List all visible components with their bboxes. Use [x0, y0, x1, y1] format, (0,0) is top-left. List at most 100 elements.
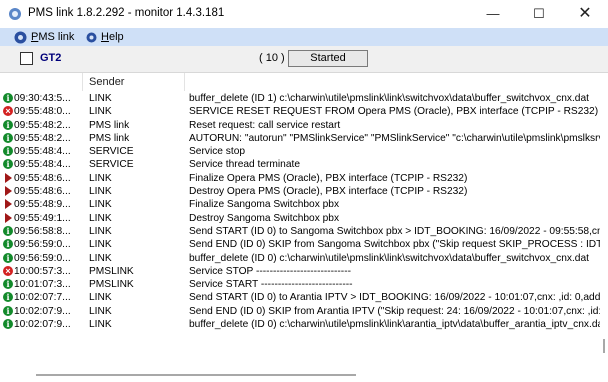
log-list[interactable]: Sender i 09:30:43:5... LINK buffer_delete (…: [0, 73, 608, 382]
log-sender: LINK: [89, 225, 112, 237]
log-row[interactable]: i 10:02:07:9... LINK buffer_delete (ID 0) c…: [0, 318, 600, 331]
log-time: 09:55:48:0...: [14, 106, 71, 118]
log-row[interactable]: × 10:00:57:3... PMSLINK Service STOP ------…: [0, 265, 600, 278]
info-icon: i: [3, 159, 13, 170]
log-row[interactable]: i 10:02:07:9... LINK Send END (ID 0) SKIP f…: [0, 305, 600, 318]
log-row[interactable]: i 09:55:48:4... SERVICE Service thread term…: [0, 158, 600, 171]
log-message: Destroy Sangoma Switchbox pbx: [189, 212, 340, 224]
log-row[interactable]: i 10:02:07:7... LINK Send START (ID 0) to A…: [0, 291, 600, 304]
log-time: 09:55:48:4...: [14, 159, 71, 171]
log-message: Send END (ID 0) SKIP from Sangoma Switch…: [189, 239, 600, 251]
log-message: buffer_delete (ID 0) c:\charwin\utile\pm…: [189, 252, 589, 264]
menu-help[interactable]: Help: [86, 28, 124, 46]
column-divider[interactable]: [184, 73, 185, 91]
title-bar: PMS link 1.8.2.292 - monitor 1.4.3.181 —…: [0, 0, 608, 28]
info-icon: i: [3, 252, 13, 263]
close-button[interactable]: ✕: [562, 0, 608, 28]
log-message: Send END (ID 0) SKIP from Arantia IPTV (…: [189, 305, 600, 317]
log-sender: LINK: [89, 319, 112, 331]
log-sender: PMSLINK: [89, 265, 134, 277]
menu-help-label: elp: [108, 31, 124, 43]
log-time: 09:55:48:6...: [14, 172, 71, 184]
info-icon: i: [3, 292, 13, 303]
log-row[interactable]: i 09:56:59:0... LINK Send END (ID 0) SKIP f…: [0, 238, 600, 251]
log-sender: LINK: [89, 212, 112, 224]
minimize-icon: —: [486, 6, 500, 21]
app-icon: [9, 8, 21, 20]
log-time: 09:55:48:2...: [14, 119, 71, 131]
log-row[interactable]: i 09:56:59:0... LINK buffer_delete (ID 0) c…: [0, 252, 600, 265]
info-icon: i: [3, 119, 13, 130]
log-row[interactable]: i 09:55:48:2... PMS link AUTORUN: "autorun"…: [0, 132, 600, 145]
log-sender: LINK: [89, 305, 112, 317]
play-arrow-icon: [5, 212, 12, 223]
column-header: Sender: [0, 73, 600, 91]
log-message: Destroy Opera PMS (Oracle), PBX interfac…: [189, 186, 468, 198]
started-button[interactable]: Started: [288, 50, 368, 67]
log-row[interactable]: i 09:56:58:8... LINK Send START (ID 0) to S…: [0, 225, 600, 238]
toolbar: GT2 ( 10 ) Started: [0, 46, 608, 73]
log-row[interactable]: 09:55:48:9... LINK Finalize Sangoma Switch…: [0, 198, 600, 211]
log-sender: SERVICE: [89, 159, 134, 171]
window-title: PMS link 1.8.2.292 - monitor 1.4.3.181: [28, 7, 225, 19]
minimize-button[interactable]: —: [470, 0, 516, 28]
log-message: Finalize Sangoma Switchbox pbx: [189, 199, 340, 211]
log-time: 09:55:49:1...: [14, 212, 71, 224]
log-sender: LINK: [89, 172, 112, 184]
log-time: 10:02:07:9...: [14, 305, 71, 317]
menu-pmslink[interactable]: PMS link: [14, 28, 74, 46]
log-time: 09:30:43:5...: [14, 93, 71, 104]
log-time: 10:01:07:3...: [14, 279, 71, 291]
close-icon: ✕: [578, 5, 592, 22]
log-sender: LINK: [89, 292, 112, 304]
log-sender: PMS link: [89, 132, 130, 144]
log-time: 09:55:48:9...: [14, 199, 71, 211]
vertical-scrollbar[interactable]: [600, 73, 608, 382]
log-row[interactable]: i 09:30:43:5... LINK buffer_delete (ID 1) c…: [0, 92, 600, 105]
error-icon: ×: [3, 265, 13, 276]
horizontal-scrollbar[interactable]: [0, 367, 600, 382]
menu-bar: PMS link Help: [0, 28, 608, 46]
log-sender: LINK: [89, 239, 112, 251]
log-row[interactable]: 09:55:49:1... LINK Destroy Sangoma Switchb…: [0, 212, 600, 225]
log-time: 10:02:07:9...: [14, 319, 71, 331]
info-icon: i: [3, 93, 13, 103]
play-arrow-icon: [5, 199, 12, 210]
select-checkbox[interactable]: [20, 52, 33, 65]
info-icon: i: [3, 132, 13, 143]
help-icon: [86, 32, 97, 43]
log-message: Reset request: call service restart: [189, 119, 341, 131]
log-message: Service START --------------------------…: [189, 279, 353, 291]
info-icon: i: [3, 319, 13, 330]
vertical-scroll-thumb[interactable]: [603, 339, 605, 353]
log-sender: LINK: [89, 252, 112, 264]
pmslink-icon: [14, 31, 27, 44]
horizontal-scroll-thumb[interactable]: [36, 374, 356, 376]
log-row[interactable]: i 10:01:07:3... PMSLINK Service START -----…: [0, 278, 600, 291]
log-time: 09:56:59:0...: [14, 252, 71, 264]
log-message: AUTORUN: "autorun" "PMSlinkService" "PMS…: [189, 132, 600, 144]
log-sender: LINK: [89, 93, 112, 104]
menu-help-accel: H: [101, 31, 109, 43]
menu-pmslink-label: MS link: [38, 31, 75, 43]
info-icon: i: [3, 225, 13, 236]
maximize-button[interactable]: ☐: [516, 0, 562, 28]
info-icon: i: [3, 279, 13, 290]
log-message: Send START (ID 0) to Sangoma Switchbox p…: [189, 225, 600, 237]
log-row[interactable]: 09:55:48:6... LINK Finalize Opera PMS (Ora…: [0, 172, 600, 185]
log-row[interactable]: i 09:55:48:2... PMS link Reset request: cal…: [0, 119, 600, 132]
log-time: 09:56:59:0...: [14, 239, 71, 251]
log-sender: SERVICE: [89, 146, 134, 158]
sender-column-header[interactable]: Sender: [89, 76, 124, 88]
log-row[interactable]: i 09:55:48:4... SERVICE Service stop: [0, 145, 600, 158]
column-divider[interactable]: [82, 73, 83, 91]
log-message: buffer_delete (ID 0) c:\charwin\utile\pm…: [189, 319, 600, 331]
interface-name: GT2: [40, 52, 62, 64]
log-time: 10:02:07:7...: [14, 292, 71, 304]
info-icon: i: [3, 146, 13, 157]
log-row[interactable]: 09:55:48:6... LINK Destroy Opera PMS (Orac…: [0, 185, 600, 198]
log-message: Send START (ID 0) to Arantia IPTV > IDT_…: [189, 292, 600, 304]
info-icon: i: [3, 239, 13, 250]
log-row[interactable]: × 09:55:48:0... LINK SERVICE RESET REQUEST …: [0, 105, 600, 118]
log-sender: PMSLINK: [89, 279, 134, 291]
